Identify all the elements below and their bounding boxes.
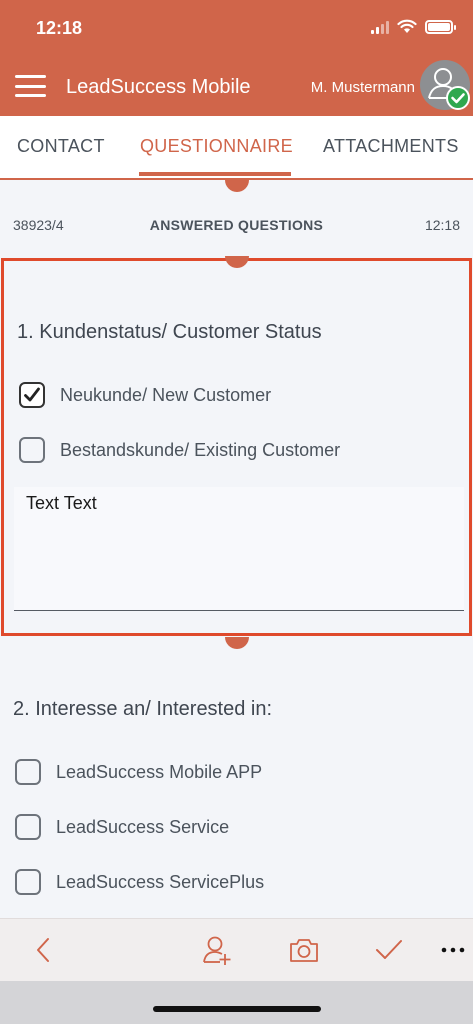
more-button[interactable] bbox=[436, 933, 470, 967]
status-time: 12:18 bbox=[36, 18, 83, 38]
option-label: LeadSuccess Mobile APP bbox=[56, 761, 263, 782]
comment-textarea[interactable]: Text Text bbox=[14, 487, 464, 611]
home-indicator[interactable] bbox=[153, 1006, 321, 1012]
record-time: 12:18 bbox=[424, 217, 460, 233]
section-title: ANSWERED QUESTIONS bbox=[149, 217, 324, 233]
option-existing-customer[interactable]: Bestandskunde/ Existing Customer bbox=[19, 437, 340, 463]
option-mobile-app[interactable]: LeadSuccess Mobile APP bbox=[15, 759, 262, 785]
status-icons bbox=[371, 19, 456, 34]
option-new-customer[interactable]: Neukunde/ New Customer bbox=[19, 382, 271, 408]
bottom-toolbar bbox=[0, 918, 473, 981]
question-title: 2. Interesse an/ Interested in: bbox=[13, 698, 273, 720]
back-arrow-icon bbox=[37, 938, 49, 962]
textarea-underline bbox=[14, 610, 464, 611]
option-service-plus[interactable]: LeadSuccess ServicePlus bbox=[15, 869, 264, 895]
tab-contact[interactable]: CONTACT bbox=[17, 136, 105, 157]
battery-icon bbox=[425, 19, 456, 34]
section-marker bbox=[225, 637, 249, 649]
wifi-icon bbox=[397, 19, 417, 33]
home-indicator-area bbox=[0, 981, 473, 1024]
section-marker bbox=[225, 180, 249, 192]
checkmark-icon bbox=[376, 940, 402, 959]
tab-questionnaire[interactable]: QUESTIONNAIRE bbox=[140, 136, 293, 157]
back-button[interactable] bbox=[26, 933, 60, 967]
option-label: Neukunde/ New Customer bbox=[60, 384, 272, 405]
checkbox[interactable] bbox=[15, 869, 41, 895]
option-service[interactable]: LeadSuccess Service bbox=[15, 814, 229, 840]
comment-text: Text Text bbox=[26, 493, 97, 513]
tab-bar: CONTACT QUESTIONNAIRE ATTACHMENTS bbox=[0, 116, 473, 178]
checkbox[interactable] bbox=[19, 437, 45, 463]
checkmark-icon bbox=[24, 387, 40, 402]
user-avatar[interactable] bbox=[420, 60, 470, 110]
save-button[interactable] bbox=[372, 933, 406, 967]
checkbox[interactable] bbox=[15, 814, 41, 840]
menu-button[interactable] bbox=[15, 75, 46, 97]
app-header: 12:18 LeadSuccess Mobile M. Mustermann bbox=[0, 0, 473, 116]
question-title: 1. Kundenstatus/ Customer Status bbox=[17, 321, 322, 343]
tab-attachments[interactable]: ATTACHMENTS bbox=[323, 136, 459, 157]
more-icon bbox=[441, 947, 465, 953]
checkbox[interactable] bbox=[15, 759, 41, 785]
signal-icon bbox=[371, 20, 389, 34]
active-tab-indicator bbox=[139, 172, 291, 176]
answered-questions-header: 38923/4 ANSWERED QUESTIONS 12:18 bbox=[0, 200, 473, 250]
option-label: LeadSuccess Service bbox=[56, 816, 230, 837]
option-label: Bestandskunde/ Existing Customer bbox=[60, 439, 341, 460]
camera-icon bbox=[290, 939, 318, 962]
user-verified-icon bbox=[428, 68, 470, 110]
add-contact-button[interactable] bbox=[200, 933, 234, 967]
option-label: LeadSuccess ServicePlus bbox=[56, 871, 265, 892]
camera-button[interactable] bbox=[287, 933, 321, 967]
checkbox-checked[interactable] bbox=[19, 382, 45, 408]
question-card-1: 1. Kundenstatus/ Customer Status Neukund… bbox=[1, 258, 472, 636]
app-title: LeadSuccess Mobile bbox=[66, 76, 251, 98]
add-contact-icon bbox=[203, 936, 231, 965]
user-name[interactable]: M. Mustermann bbox=[311, 79, 415, 96]
